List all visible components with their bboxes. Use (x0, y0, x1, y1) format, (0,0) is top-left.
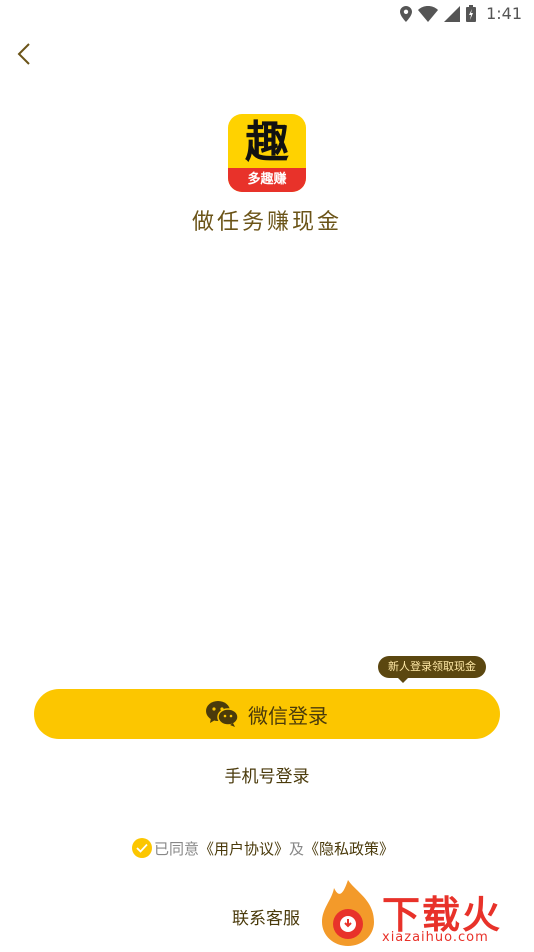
watermark: 下载火 xiazaihuo.com (316, 878, 530, 948)
agreement-checkbox[interactable] (132, 838, 152, 858)
logo-ribbon: 多趣赚 (228, 168, 306, 192)
status-icons: 1:41 (400, 4, 522, 23)
status-time: 1:41 (486, 4, 522, 23)
watermark-url: xiazaihuo.com (382, 930, 489, 945)
flame-logo-icon (322, 880, 374, 946)
logo-glyph: 趣 (245, 117, 289, 168)
status-bar: 1:41 (0, 0, 534, 28)
contact-support-link[interactable]: 联系客服 (232, 904, 300, 929)
wechat-icon (206, 701, 238, 727)
chevron-left-icon (17, 43, 30, 65)
wechat-login-button[interactable]: 微信登录 (34, 689, 500, 739)
wifi-icon (418, 5, 439, 22)
user-agreement-link[interactable]: 《用户协议》 (199, 838, 289, 859)
agreement-row: 已同意 《用户协议》 及 《隐私政策》 (132, 836, 394, 860)
agreement-prefix: 已同意 (154, 839, 200, 858)
check-icon (136, 843, 148, 853)
back-button[interactable] (10, 38, 38, 70)
battery-icon (466, 5, 477, 22)
phone-login-link[interactable]: 手机号登录 (0, 762, 534, 787)
agreement-and: 及 (289, 839, 305, 858)
signal-icon (444, 5, 461, 22)
location-icon (400, 5, 413, 22)
wechat-login-label: 微信登录 (248, 703, 328, 728)
new-user-tooltip: 新人登录领取现金 (378, 656, 486, 683)
app-logo: 趣 多趣赚 (228, 114, 306, 192)
privacy-policy-link[interactable]: 《隐私政策》 (304, 838, 394, 859)
app-slogan: 做任务赚现金 (191, 210, 342, 235)
